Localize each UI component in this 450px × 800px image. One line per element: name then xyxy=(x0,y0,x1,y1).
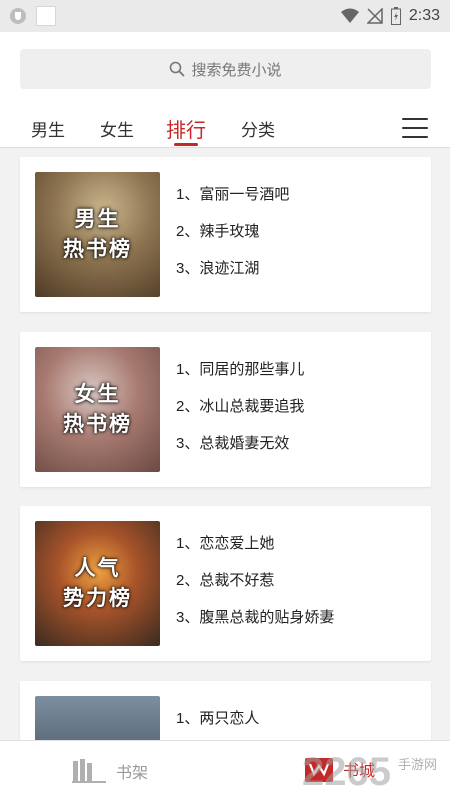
tab-category[interactable]: 分类 xyxy=(241,108,275,148)
list-item[interactable]: 1、两只恋人 xyxy=(176,709,259,740)
top-bar: 搜索免费小说 男生 女生 排行 分类 xyxy=(0,32,450,148)
ranking-card-partial[interactable]: 1、两只恋人 xyxy=(20,681,431,740)
cover-title: 人气 势力榜 xyxy=(63,556,132,610)
ranking-list: 男生 热书榜 1、富丽一号酒吧 2、辣手玫瑰 3、浪迹江湖 女生 热书榜 1、同… xyxy=(0,148,450,740)
svg-text:手游网: 手游网 xyxy=(398,758,437,773)
search-icon xyxy=(170,61,185,77)
cover-popularity: 人气 势力榜 xyxy=(35,521,160,646)
tab-ranking[interactable]: 排行 xyxy=(166,108,206,148)
tab-bar: 男生 女生 排行 分类 xyxy=(0,108,450,148)
list-item[interactable]: 2、冰山总裁要追我 xyxy=(176,397,304,434)
search-placeholder: 搜索免费小说 xyxy=(191,61,282,79)
ranking-card-female[interactable]: 女生 热书榜 1、同居的那些事儿 2、冰山总裁要追我 3、总裁婚妻无效 xyxy=(20,332,431,487)
shield-icon xyxy=(10,8,26,24)
list-item[interactable]: 3、腹黑总裁的贴身娇妻 xyxy=(176,608,334,645)
battery-icon xyxy=(390,7,401,25)
svg-text:2265: 2265 xyxy=(302,750,391,794)
notification-icon xyxy=(36,6,56,26)
nav-bookshelf-label: 书架 xyxy=(116,765,149,782)
cover-female-hot: 女生 热书榜 xyxy=(35,347,160,472)
watermark-logo: 2265 手游网 xyxy=(302,750,437,794)
tab-male[interactable]: 男生 xyxy=(31,108,65,148)
cover-title: 女生 热书榜 xyxy=(63,382,132,436)
ranking-card-male[interactable]: 男生 热书榜 1、富丽一号酒吧 2、辣手玫瑰 3、浪迹江湖 xyxy=(20,157,431,312)
cover-male-hot: 男生 热书榜 xyxy=(35,172,160,297)
bottom-nav: 书架 书城 2265 手游网 xyxy=(0,740,450,800)
cover-partial xyxy=(35,696,160,740)
cover-title: 男生 热书榜 xyxy=(63,207,132,261)
list-item[interactable]: 2、总裁不好惹 xyxy=(176,571,334,608)
status-time: 2:33 xyxy=(408,7,440,24)
no-signal-icon xyxy=(366,8,383,24)
list-item[interactable]: 1、恋恋爱上她 xyxy=(176,534,334,571)
menu-icon[interactable] xyxy=(402,118,428,138)
bookshelf-icon xyxy=(72,759,106,783)
search-input[interactable]: 搜索免费小说 xyxy=(20,49,431,89)
wifi-icon xyxy=(340,8,359,23)
status-bar: 2:33 xyxy=(0,0,450,32)
list-item[interactable]: 2、辣手玫瑰 xyxy=(176,222,289,259)
tab-female[interactable]: 女生 xyxy=(100,108,134,148)
ranking-card-popular[interactable]: 人气 势力榜 1、恋恋爱上她 2、总裁不好惹 3、腹黑总裁的贴身娇妻 xyxy=(20,506,431,661)
list-item[interactable]: 3、总裁婚妻无效 xyxy=(176,434,304,471)
list-item[interactable]: 3、浪迹江湖 xyxy=(176,259,289,296)
nav-bookshelf[interactable]: 书架 xyxy=(72,759,148,783)
list-item[interactable]: 1、富丽一号酒吧 xyxy=(176,185,289,222)
list-item[interactable]: 1、同居的那些事儿 xyxy=(176,360,304,397)
